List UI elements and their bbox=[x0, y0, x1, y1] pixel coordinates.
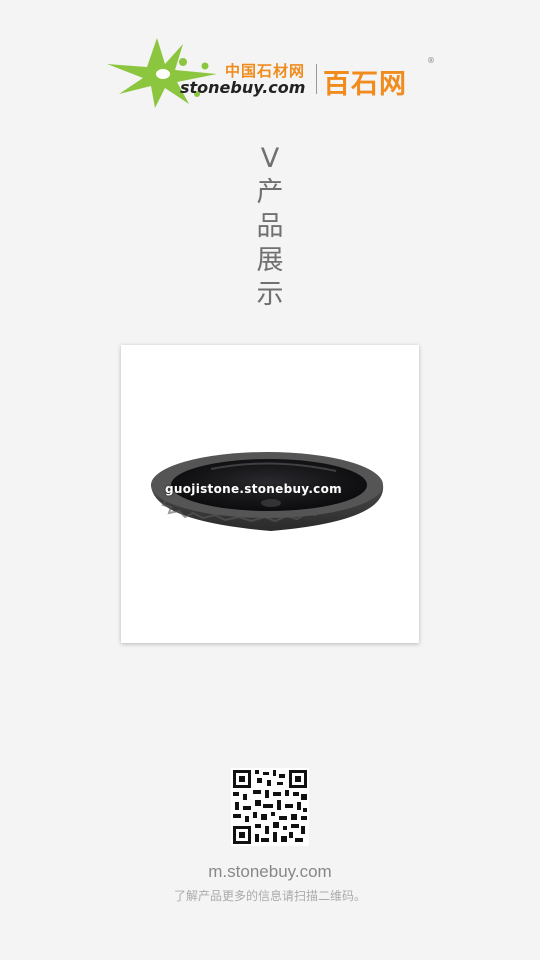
qr-code-icon[interactable] bbox=[231, 768, 309, 846]
title-char: V bbox=[260, 143, 280, 174]
scan-qr-hint: 了解产品更多的信息请扫描二维码。 bbox=[173, 889, 366, 903]
section-title: V 产 品 展 示 bbox=[250, 142, 290, 312]
registered-mark: ® bbox=[427, 56, 435, 65]
logo-divider bbox=[316, 64, 317, 94]
splash-star-icon bbox=[107, 38, 217, 108]
title-char: 产 bbox=[256, 177, 284, 208]
image-watermark: guojistone.stonebuy.com bbox=[165, 482, 342, 496]
stonebuy-logo[interactable]: 中国石材网 stonebuy.com 百石网 ® bbox=[105, 34, 440, 112]
mobile-site-url[interactable]: m.stonebuy.com bbox=[0, 862, 540, 882]
logo-chinese-big: 百石网 bbox=[323, 69, 407, 100]
logo-domain: stonebuy.com bbox=[180, 78, 306, 97]
title-char: 示 bbox=[256, 279, 284, 310]
product-image[interactable]: guojistone.stonebuy.com bbox=[121, 345, 419, 643]
title-char: 展 bbox=[256, 245, 284, 276]
title-char: 品 bbox=[256, 211, 284, 242]
